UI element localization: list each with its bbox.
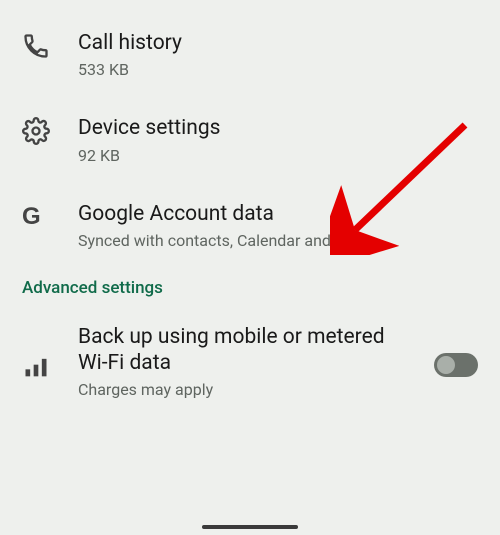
bar-signal-icon — [22, 343, 78, 381]
row-backup-mobile-data[interactable]: Back up using mobile or metered Wi-Fi da… — [0, 306, 500, 418]
phone-icon — [22, 30, 78, 60]
row-subtitle: 92 KB — [78, 146, 478, 165]
row-title: Back up using mobile or metered Wi-Fi da… — [78, 324, 418, 377]
nav-handle[interactable] — [202, 525, 298, 529]
row-subtitle: Charges may apply — [78, 380, 418, 399]
row-call-history[interactable]: Call history 533 KB — [0, 12, 500, 97]
google-icon: G — [22, 201, 78, 231]
row-text: Back up using mobile or metered Wi-Fi da… — [78, 324, 418, 400]
row-subtitle: Synced with contacts, Calendar and more — [78, 231, 478, 250]
backup-toggle[interactable] — [434, 353, 478, 377]
row-subtitle: 533 KB — [78, 60, 478, 79]
section-header-advanced: Advanced settings — [0, 268, 500, 306]
row-title: Google Account data — [78, 201, 478, 227]
row-text: Google Account data Synced with contacts… — [78, 201, 478, 250]
row-title: Call history — [78, 30, 478, 56]
row-title: Device settings — [78, 115, 478, 141]
row-device-settings[interactable]: Device settings 92 KB — [0, 97, 500, 182]
row-text: Device settings 92 KB — [78, 115, 478, 164]
row-text: Call history 533 KB — [78, 30, 478, 79]
row-google-account-data[interactable]: G Google Account data Synced with contac… — [0, 183, 500, 268]
backup-items-list: Call history 533 KB Device settings 92 K… — [0, 0, 500, 417]
gear-icon — [22, 115, 78, 145]
